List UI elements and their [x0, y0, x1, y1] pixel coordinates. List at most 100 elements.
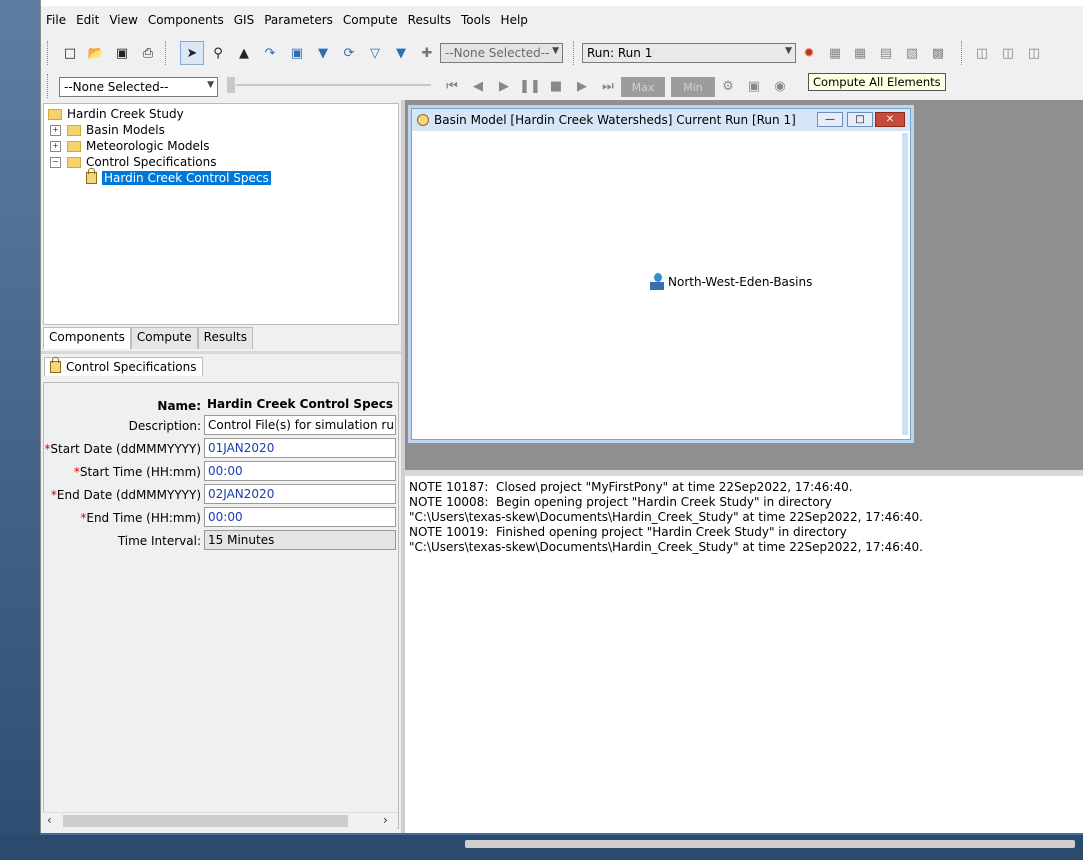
- tab-compute[interactable]: Compute: [130, 327, 198, 349]
- diversion-tool-icon[interactable]: ⟳: [338, 42, 360, 64]
- menu-components[interactable]: Components: [143, 13, 229, 27]
- graph-icon[interactable]: ▤: [875, 42, 897, 64]
- time-slider-thumb[interactable]: [227, 77, 235, 93]
- tree-item-control-specifications[interactable]: − Control Specifications: [50, 154, 217, 170]
- junction-tool-icon[interactable]: ▼: [312, 42, 334, 64]
- element-select[interactable]: --None Selected-- ▼: [440, 43, 563, 63]
- end-date-field[interactable]: 02JAN2020: [204, 484, 396, 504]
- tab-results[interactable]: Results: [197, 327, 253, 349]
- watershed-explorer-tree: Hardin Creek Study + Basin Models + Mete…: [43, 103, 399, 325]
- start-date-label: *Start Date (ddMMMYYYY): [44, 442, 201, 456]
- tree-item-basin-models[interactable]: + Basin Models: [50, 122, 165, 138]
- stop-icon[interactable]: ■: [545, 75, 567, 97]
- menu-view[interactable]: View: [104, 13, 142, 27]
- chevron-down-icon: ▼: [552, 46, 559, 56]
- tab-components[interactable]: Components: [43, 327, 131, 349]
- summary-table-icon[interactable]: ▧: [901, 42, 923, 64]
- folder-icon: [67, 124, 81, 136]
- log-line: NOTE 10187: Closed project "MyFirstPony"…: [409, 480, 853, 494]
- control-spec-icon: [50, 357, 61, 373]
- grid-icon[interactable]: ◫: [1023, 42, 1045, 64]
- menu-file[interactable]: File: [41, 13, 71, 27]
- menu-tools[interactable]: Tools: [456, 13, 496, 27]
- pane-splitter[interactable]: [41, 351, 401, 354]
- grid-icon[interactable]: ◫: [997, 42, 1019, 64]
- add-element-icon[interactable]: ✚: [416, 42, 438, 64]
- pause-icon[interactable]: ❚❚: [519, 75, 541, 97]
- expand-icon[interactable]: +: [50, 140, 61, 152]
- grid-icon[interactable]: ◫: [971, 42, 993, 64]
- time-interval-select[interactable]: 15 Minutes: [204, 530, 396, 550]
- tooltip: Compute All Elements: [808, 73, 946, 91]
- min-button[interactable]: Min: [671, 77, 715, 97]
- subbasin-tool-icon[interactable]: ▲: [233, 42, 255, 64]
- video-camera-icon[interactable]: ▣: [743, 75, 765, 97]
- save-icon[interactable]: ▣: [111, 42, 133, 64]
- menu-compute[interactable]: Compute: [338, 13, 403, 27]
- fast-forward-icon[interactable]: ⏭: [597, 75, 619, 97]
- rewind-icon[interactable]: ⏮: [441, 75, 463, 97]
- expand-icon[interactable]: +: [50, 124, 61, 136]
- gear-icon[interactable]: ⚙: [717, 75, 739, 97]
- result-select[interactable]: --None Selected-- ▼: [59, 77, 218, 97]
- end-date-label: *End Date (ddMMMYYYY): [50, 488, 201, 502]
- open-folder-icon[interactable]: 📂: [85, 42, 107, 64]
- reservoir-tool-icon[interactable]: ▣: [286, 42, 308, 64]
- tree-root[interactable]: Hardin Creek Study: [48, 106, 184, 122]
- tree-item-label: Meteorologic Models: [86, 139, 210, 153]
- toolbar-separator: [573, 41, 576, 65]
- tree-item-meteorologic-models[interactable]: + Meteorologic Models: [50, 138, 210, 154]
- menu-edit[interactable]: Edit: [71, 13, 104, 27]
- basin-map-canvas[interactable]: North-West-Eden-Basins: [418, 133, 908, 435]
- compute-element-icon[interactable]: ▦: [824, 42, 846, 64]
- zoom-icon[interactable]: ⚲: [207, 42, 229, 64]
- scroll-left-icon[interactable]: ‹: [47, 813, 52, 827]
- menu-gis[interactable]: GIS: [229, 13, 259, 27]
- maximize-icon[interactable]: □: [847, 112, 873, 127]
- basin-window-titlebar[interactable]: Basin Model [Hardin Creek Watersheds] Cu…: [412, 109, 910, 131]
- arrow-tool-icon[interactable]: ➤: [180, 41, 204, 65]
- time-series-table-icon[interactable]: ▩: [927, 42, 949, 64]
- tree-item-hardin-creek-control-specs[interactable]: Hardin Creek Control Specs: [86, 168, 271, 186]
- menu-help[interactable]: Help: [496, 13, 533, 27]
- start-time-field[interactable]: 00:00: [204, 461, 396, 481]
- run-select[interactable]: Run: Run 1 ▼: [582, 43, 796, 63]
- minimize-icon[interactable]: —: [817, 112, 843, 127]
- close-icon[interactable]: ✕: [875, 112, 905, 127]
- print-icon[interactable]: ⎙: [137, 42, 159, 64]
- source-tool-icon[interactable]: ▽: [364, 42, 386, 64]
- menu-results[interactable]: Results: [403, 13, 456, 27]
- subbasin-element[interactable]: North-West-Eden-Basins: [650, 273, 812, 291]
- end-time-row: *End Time (HH:mm) 00:00: [44, 507, 398, 529]
- time-interval-label: Time Interval:: [117, 534, 201, 548]
- reach-tool-icon[interactable]: ↷: [259, 42, 281, 64]
- log-scrollbar[interactable]: [465, 840, 1075, 848]
- window-titlebar: [41, 0, 1083, 6]
- step-back-icon[interactable]: ◀: [467, 75, 489, 97]
- tree-item-label: Basin Models: [86, 123, 165, 137]
- menu-parameters[interactable]: Parameters: [259, 13, 338, 27]
- tab-control-specifications[interactable]: Control Specifications: [44, 357, 203, 376]
- time-slider-track[interactable]: [236, 84, 431, 86]
- description-field[interactable]: Control File(s) for simulation runs: [204, 415, 396, 435]
- end-time-field[interactable]: 00:00: [204, 507, 396, 527]
- scrollbar-thumb[interactable]: [63, 815, 348, 827]
- play-icon[interactable]: ▶: [493, 75, 515, 97]
- max-button[interactable]: Max: [621, 77, 665, 97]
- start-date-field[interactable]: 01JAN2020: [204, 438, 396, 458]
- global-summary-icon[interactable]: ▦: [849, 42, 871, 64]
- step-forward-icon[interactable]: ▶: [571, 75, 593, 97]
- collapse-icon[interactable]: −: [50, 156, 61, 168]
- explorer-tabs: Components Compute Results: [43, 327, 253, 349]
- editor-scrollbar[interactable]: ‹ ›: [43, 812, 397, 829]
- compute-all-icon[interactable]: ✹: [798, 42, 820, 64]
- basin-window-title: Basin Model [Hardin Creek Watersheds] Cu…: [434, 113, 796, 127]
- camera-icon[interactable]: ◉: [769, 75, 791, 97]
- log-line: NOTE 10019: Finished opening project "Ha…: [409, 525, 847, 539]
- name-label: Name:: [157, 399, 201, 413]
- chevron-down-icon: ▼: [785, 46, 792, 56]
- scroll-right-icon[interactable]: ›: [383, 813, 388, 827]
- sink-tool-icon[interactable]: ▼: [390, 42, 412, 64]
- new-file-icon[interactable]: □: [59, 42, 81, 64]
- name-value: Hardin Creek Control Specs: [207, 397, 394, 411]
